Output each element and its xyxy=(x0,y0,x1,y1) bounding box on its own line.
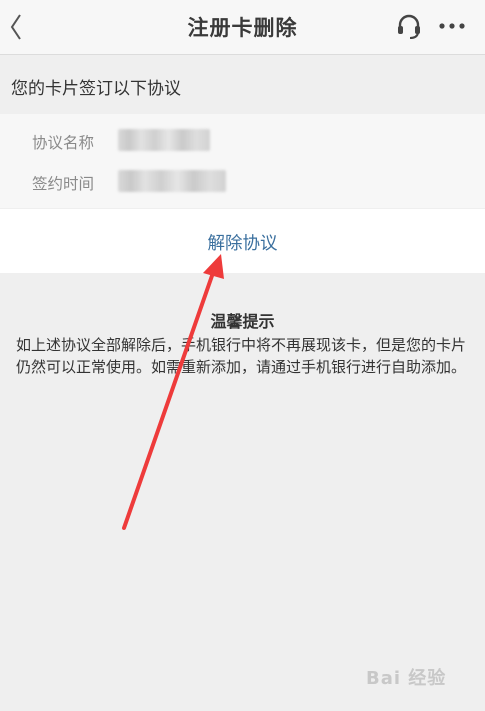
sign-time-label: 签约时间 xyxy=(32,175,95,193)
agreement-info-card: 协议名称 签约时间 xyxy=(0,114,485,208)
action-row: 解除协议 xyxy=(0,209,485,273)
sign-time-value-redacted xyxy=(118,170,226,192)
watermark-logo: Bai 经验 xyxy=(366,668,447,689)
more-options-button[interactable] xyxy=(437,16,467,36)
headset-icon xyxy=(398,14,420,39)
more-dots-icon xyxy=(439,23,465,29)
section-heading-text: 您的卡片签订以下协议 xyxy=(11,79,181,99)
agreement-name-value-redacted xyxy=(118,129,210,151)
top-bar: 注册卡删除 xyxy=(0,0,485,55)
agreement-name-label: 协议名称 xyxy=(32,134,95,152)
customer-service-button[interactable] xyxy=(393,12,425,42)
remove-agreement-button[interactable]: 解除协议 xyxy=(0,230,485,255)
tips-title: 温馨提示 xyxy=(210,312,275,331)
section-heading: 您的卡片签订以下协议 xyxy=(0,55,485,113)
tips-body: 如上述协议全部解除后，手机银行中将不再展现该卡，但是您的卡片仍然可以正常使用。如… xyxy=(16,336,467,376)
